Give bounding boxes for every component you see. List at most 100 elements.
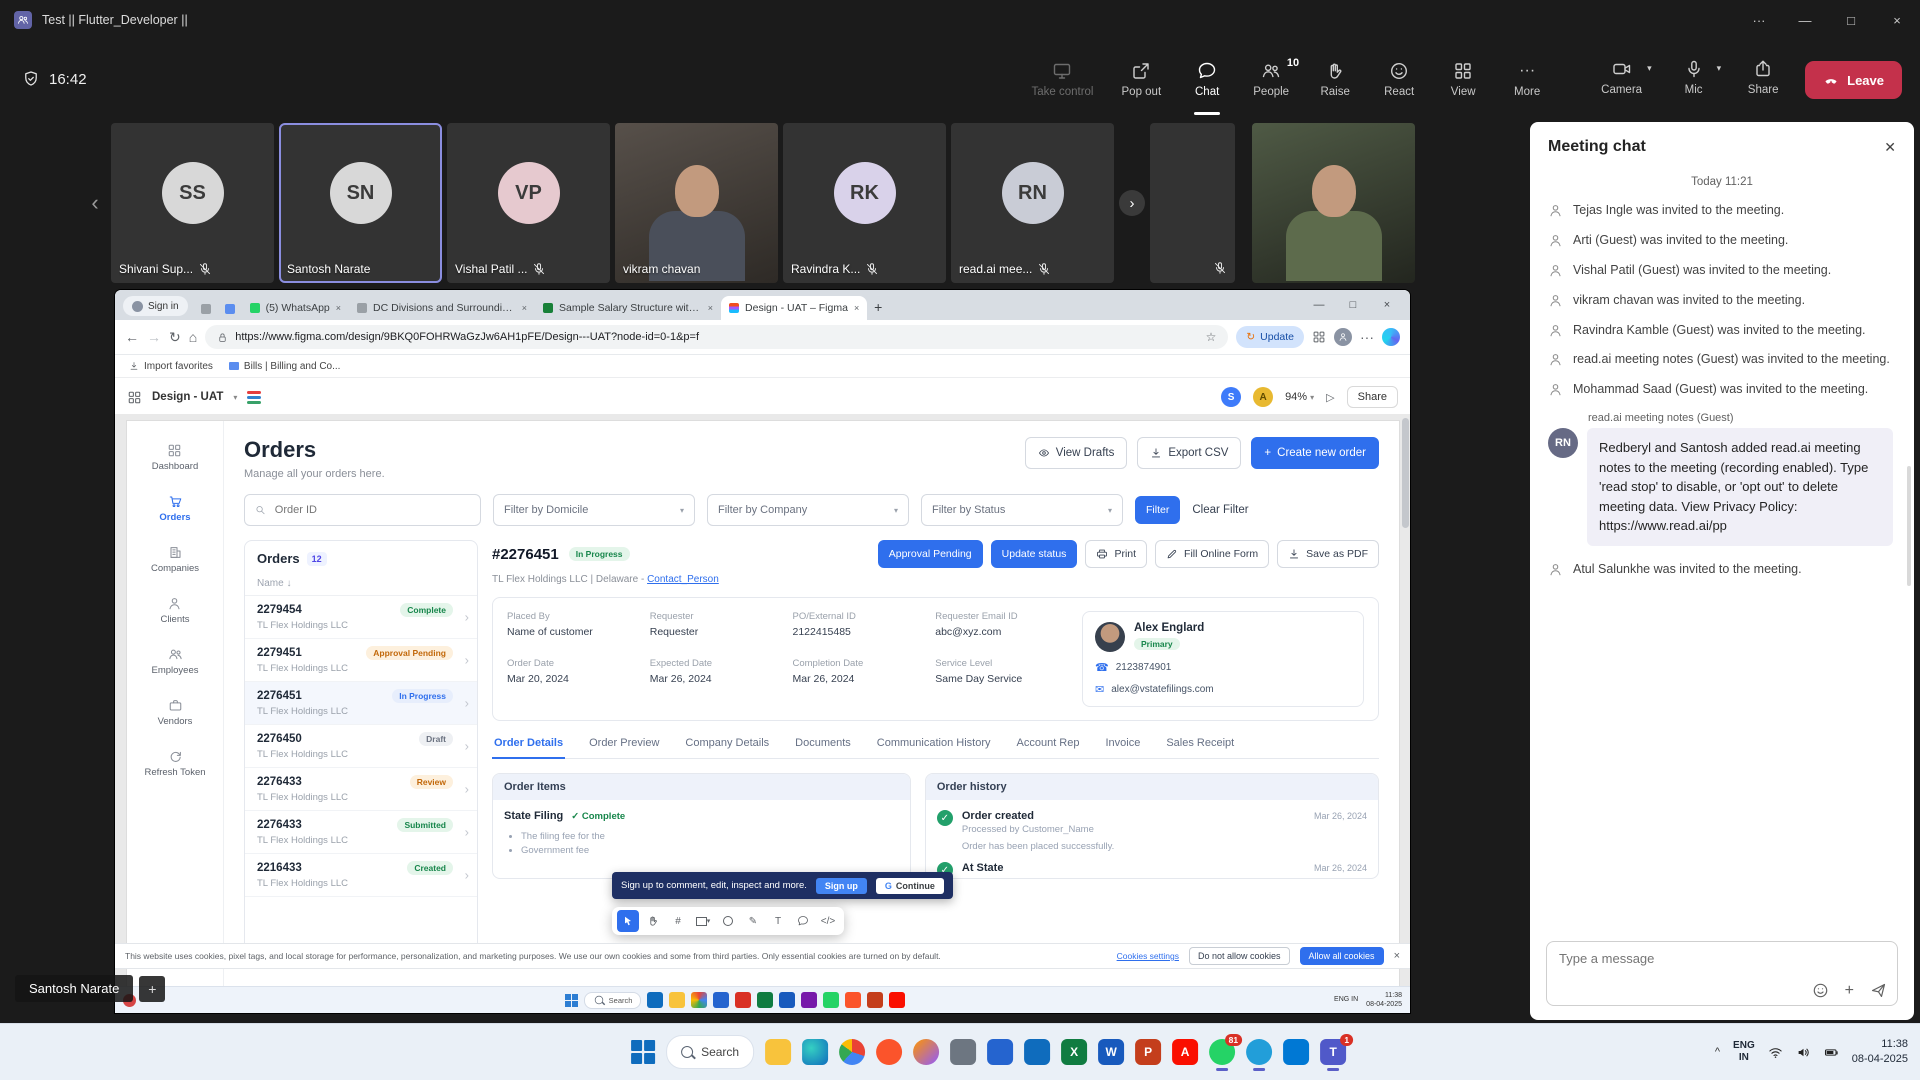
figma-share-button[interactable]: Share: [1347, 386, 1398, 408]
tab-account-rep[interactable]: Account Rep: [1015, 737, 1082, 758]
url-field[interactable]: https://www.figma.com/design/9BKQ0FOHRWa…: [205, 325, 1228, 349]
extensions-icon[interactable]: [1312, 330, 1326, 344]
app-icon[interactable]: [889, 992, 905, 1008]
people-button[interactable]: 10 People: [1253, 61, 1289, 98]
app-icon[interactable]: [735, 992, 751, 1008]
bookmark-star-icon[interactable]: ☆: [1206, 330, 1217, 344]
column-header[interactable]: Name ↓: [245, 574, 477, 596]
order-row[interactable]: 2216433Created TL Flex Holdings LLC›: [245, 854, 477, 897]
collaborator-avatar[interactable]: S: [1221, 387, 1241, 407]
mic-button[interactable]: Mic ▾: [1676, 59, 1722, 96]
tab-order-preview[interactable]: Order Preview: [587, 737, 661, 758]
fill-online-form-button[interactable]: Fill Online Form: [1155, 540, 1269, 568]
signup-button[interactable]: Sign up: [816, 878, 867, 894]
attach-plus-icon[interactable]: +: [1845, 983, 1854, 999]
import-favorites-link[interactable]: Import favorites: [129, 361, 213, 372]
raise-hand-button[interactable]: Raise: [1317, 61, 1353, 98]
order-row[interactable]: 2276433Review TL Flex Holdings LLC›: [245, 768, 477, 811]
filter-button[interactable]: Filter: [1135, 496, 1180, 524]
tab-documents[interactable]: Documents: [793, 737, 853, 758]
browser-signin-chip[interactable]: Sign in: [123, 296, 188, 316]
react-button[interactable]: React: [1381, 61, 1417, 98]
chevron-down-icon[interactable]: ▾: [233, 393, 237, 402]
export-csv-button[interactable]: Export CSV: [1137, 437, 1241, 469]
excel-icon[interactable]: X: [1061, 1039, 1087, 1065]
favorite-bookmark[interactable]: Bills | Billing and Co...: [229, 361, 341, 372]
tab-close-icon[interactable]: ×: [708, 303, 713, 313]
language-indicator[interactable]: ENG IN: [1334, 996, 1358, 1004]
back-icon[interactable]: ←: [125, 329, 139, 345]
send-icon[interactable]: [1870, 982, 1887, 999]
browser-tab[interactable]: (5) WhatsApp×: [242, 296, 349, 320]
pop-out-button[interactable]: Pop out: [1122, 61, 1162, 98]
filter-domicile-select[interactable]: Filter by Domicile▾: [493, 494, 695, 526]
ellipse-tool[interactable]: [717, 910, 739, 932]
browser-profile-icon[interactable]: [1334, 328, 1352, 346]
telegram-icon[interactable]: [1246, 1039, 1272, 1065]
pen-tool[interactable]: ✎: [742, 910, 764, 932]
app-icon[interactable]: [691, 992, 707, 1008]
chat-message-list[interactable]: Today 11:21 Tejas Ingle was invited to t…: [1530, 166, 1914, 931]
message-input[interactable]: [1557, 950, 1891, 967]
tray-expand-icon[interactable]: ^: [1715, 1046, 1720, 1058]
order-row[interactable]: 2276433Submitted TL Flex Holdings LLC›: [245, 811, 477, 854]
participant-tile[interactable]: VP Vishal Patil ...: [447, 123, 610, 283]
start-icon[interactable]: [565, 994, 578, 1007]
update-status-button[interactable]: Update status: [991, 540, 1078, 568]
sidebar-item-refresh-token[interactable]: Refresh Token: [144, 749, 205, 779]
tab-close-icon[interactable]: ×: [522, 303, 527, 313]
chat-close-icon[interactable]: ✕: [1884, 139, 1896, 156]
browser-menu-icon[interactable]: ···: [1360, 329, 1374, 345]
participant-tile[interactable]: SN Santosh Narate: [279, 123, 442, 283]
browser-tab-active[interactable]: Design - UAT – Figma×: [721, 296, 867, 320]
zoom-level[interactable]: 94% ▾: [1285, 391, 1314, 403]
frame-tool[interactable]: #: [667, 910, 689, 932]
mic-chevron-icon[interactable]: ▾: [1717, 63, 1722, 74]
sidebar-item-orders[interactable]: Orders: [159, 494, 190, 524]
emoji-icon[interactable]: [1812, 982, 1829, 999]
tab-close-icon[interactable]: ×: [854, 303, 859, 313]
order-row-selected[interactable]: 2276451In Progress TL Flex Holdings LLC›: [245, 682, 477, 725]
participant-tile[interactable]: RN read.ai mee...: [951, 123, 1114, 283]
scroll-left-button[interactable]: ‹: [84, 190, 106, 216]
pin-add-button[interactable]: +: [139, 976, 165, 1002]
clear-filter-button[interactable]: Clear Filter: [1192, 504, 1248, 516]
app-icon[interactable]: [713, 992, 729, 1008]
figma-menu-icon[interactable]: [127, 390, 142, 405]
hand-tool[interactable]: [642, 910, 664, 932]
order-row[interactable]: 2279454Complete TL Flex Holdings LLC›: [245, 596, 477, 639]
minimize-button[interactable]: —: [1782, 0, 1828, 40]
tab-communication-history[interactable]: Communication History: [875, 737, 993, 758]
sidebar-item-companies[interactable]: Companies: [151, 545, 199, 575]
acrobat-icon[interactable]: A: [1172, 1039, 1198, 1065]
order-row[interactable]: 2279451Approval Pending TL Flex Holdings…: [245, 639, 477, 682]
browser-update-button[interactable]: ↻ Update: [1236, 326, 1304, 348]
browser-tab[interactable]: DC Divisions and Surroundings×: [349, 296, 535, 320]
window-more-icon[interactable]: ···: [1736, 0, 1782, 40]
scrollbar[interactable]: [1402, 418, 1409, 528]
figma-file-name[interactable]: Design - UAT: [152, 391, 223, 403]
create-order-button[interactable]: + Create new order: [1251, 437, 1379, 469]
present-icon[interactable]: ▷: [1326, 391, 1334, 404]
figma-canvas[interactable]: Dashboard Orders Companies Clients: [115, 414, 1410, 987]
battery-icon[interactable]: [1824, 1045, 1839, 1060]
contact-person-link[interactable]: Contact_Person: [647, 574, 719, 585]
app-icon[interactable]: [845, 992, 861, 1008]
taskbar-search[interactable]: Search: [666, 1035, 754, 1069]
copilot-icon[interactable]: [1382, 328, 1400, 346]
order-row[interactable]: 2276450Draft TL Flex Holdings LLC›: [245, 725, 477, 768]
participant-tile[interactable]: RK Ravindra K...: [783, 123, 946, 283]
chrome-icon[interactable]: [839, 1039, 865, 1065]
collaborator-avatar[interactable]: A: [1253, 387, 1273, 407]
order-id-search[interactable]: [244, 494, 481, 526]
clock[interactable]: 11:38 08-04-2025: [1366, 991, 1402, 1009]
firefox-icon[interactable]: [913, 1039, 939, 1065]
tab-order-details[interactable]: Order Details: [492, 737, 565, 759]
search-pill[interactable]: Search: [584, 992, 642, 1009]
message-composer[interactable]: +: [1546, 941, 1898, 1006]
cookie-settings-link[interactable]: Cookies settings: [1117, 951, 1179, 961]
app-icon[interactable]: [669, 992, 685, 1008]
text-tool[interactable]: T: [767, 910, 789, 932]
settings-icon[interactable]: [950, 1039, 976, 1065]
maximize-button[interactable]: □: [1828, 0, 1874, 40]
